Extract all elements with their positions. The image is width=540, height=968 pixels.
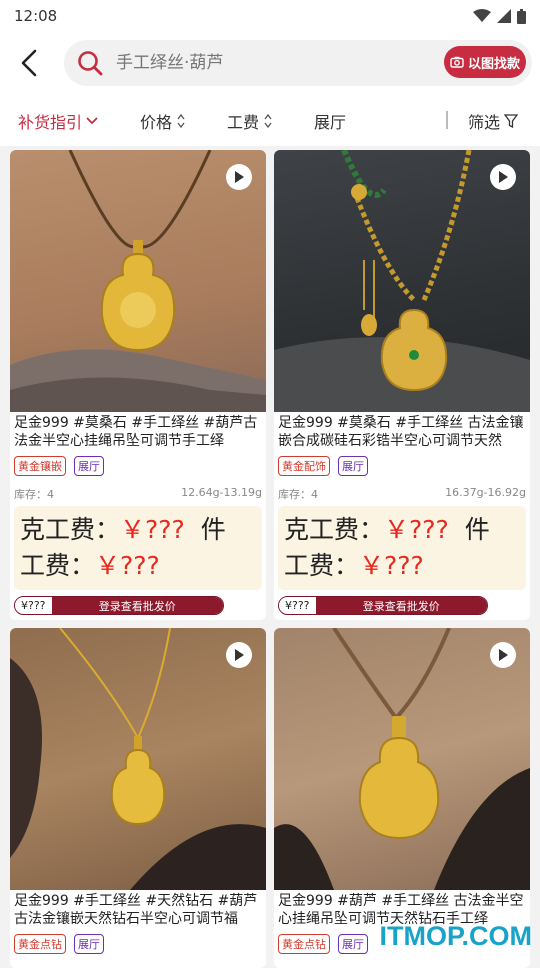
stock-count: 库存：4 — [278, 486, 318, 502]
fee-value: ￥??? — [95, 551, 160, 580]
login-text: 登录查看批发价 — [316, 597, 487, 614]
funnel-icon — [504, 114, 518, 128]
product-title: 足金999 #莫桑石 #手工绎丝 古法金镶嵌合成碳硅石彩锆半空心可调节天然 — [274, 412, 530, 452]
price-tag: ¥??? — [279, 599, 316, 612]
fee-label: 工费： — [284, 551, 359, 580]
product-image[interactable] — [10, 628, 266, 890]
back-button[interactable] — [0, 32, 58, 94]
showroom-filter-button[interactable]: 展厅 — [314, 109, 346, 133]
fee-sort-button[interactable]: 工费 — [227, 109, 273, 133]
login-for-wholesale-button[interactable]: ¥??? 登录查看批发价 — [278, 596, 488, 615]
watermark: ITMOP.COM — [379, 921, 532, 952]
play-video-icon[interactable] — [226, 642, 252, 668]
top-bar: 以图找款 — [0, 32, 540, 94]
price-sort-label: 价格 — [140, 109, 172, 133]
product-tags: 黄金镶嵌 展厅 — [10, 452, 266, 476]
tag-category: 黄金点钻 — [278, 934, 330, 954]
piece-label: 件 — [201, 515, 226, 544]
stock-count: 库存：4 — [14, 486, 54, 502]
tag-category: 黄金点钻 — [14, 934, 66, 954]
weight-range: 16.37g-16.92g — [445, 486, 526, 502]
product-image[interactable] — [274, 628, 530, 890]
piece-label: 件 — [465, 515, 490, 544]
tag-showroom: 展厅 — [74, 934, 104, 954]
product-image[interactable] — [10, 150, 266, 412]
gram-fee-value: ￥??? — [120, 515, 185, 544]
status-bar: 12:08 — [0, 0, 540, 32]
back-arrow-icon — [19, 49, 39, 77]
pendant-photo — [10, 150, 266, 412]
product-meta: 库存：4 16.37g-16.92g — [274, 476, 530, 502]
sort-updown-icon — [263, 113, 273, 129]
sort-restock-dropdown[interactable]: 补货指引 — [18, 109, 98, 133]
fee-sort-label: 工费 — [227, 109, 259, 133]
battery-icon — [517, 9, 526, 24]
showroom-filter-label: 展厅 — [314, 109, 346, 133]
gram-fee-value: ￥??? — [384, 515, 449, 544]
fee-row: 工费：￥??? — [284, 548, 520, 584]
chevron-down-icon — [86, 117, 98, 125]
login-for-wholesale-button[interactable]: ¥??? 登录查看批发价 — [14, 596, 224, 615]
gram-fee-label: 克工费： — [20, 515, 120, 544]
tag-category: 黄金配饰 — [278, 456, 330, 476]
product-title: 足金999 #莫桑石 #手工绎丝 #葫芦古法金半空心挂绳吊坠可调节手工绎 — [10, 412, 266, 452]
camera-icon — [450, 56, 464, 68]
price-sort-button[interactable]: 价格 — [140, 109, 186, 133]
image-search-label: 以图找款 — [468, 53, 520, 72]
product-meta: 库存：4 12.64g-13.19g — [10, 476, 266, 502]
product-title: 足金999 #手工绎丝 #天然钻石 #葫芦古法金镶嵌天然钻石半空心可调节福 — [10, 890, 266, 930]
fee-row: 工费：￥??? — [20, 548, 256, 584]
product-tags: 黄金配饰 展厅 — [274, 452, 530, 476]
image-search-button[interactable]: 以图找款 — [444, 46, 526, 78]
tag-category: 黄金镶嵌 — [14, 456, 66, 476]
filter-divider — [446, 111, 448, 129]
gram-fee-row: 克工费：￥??? 件 — [284, 512, 520, 548]
fee-label: 工费： — [20, 551, 95, 580]
product-card[interactable]: 足金999 #莫桑石 #手工绎丝 古法金镶嵌合成碳硅石彩锆半空心可调节天然 黄金… — [274, 150, 530, 620]
price-box: 克工费：￥??? 件 工费：￥??? — [278, 506, 526, 590]
tag-showroom: 展厅 — [338, 934, 368, 954]
search-icon — [64, 40, 116, 86]
weight-range: 12.64g-13.19g — [181, 486, 262, 502]
fee-value: ￥??? — [359, 551, 424, 580]
tag-showroom: 展厅 — [74, 456, 104, 476]
tag-showroom: 展厅 — [338, 456, 368, 476]
gram-fee-row: 克工费：￥??? 件 — [20, 512, 256, 548]
product-card[interactable]: 足金999 #葫芦 #手工绎丝 古法金半空心挂绳吊坠可调节天然钻石手工绎 黄金点… — [274, 628, 530, 968]
gram-fee-label: 克工费： — [284, 515, 384, 544]
status-time: 12:08 — [14, 7, 57, 25]
signal-icon — [497, 9, 511, 23]
login-text: 登录查看批发价 — [52, 597, 223, 614]
pendant-photo — [10, 628, 266, 890]
product-image[interactable] — [274, 150, 530, 412]
price-box: 克工费：￥??? 件 工费：￥??? — [14, 506, 262, 590]
filter-button[interactable]: 筛选 — [468, 109, 518, 133]
pendant-photo — [274, 628, 530, 890]
product-card[interactable]: 足金999 #手工绎丝 #天然钻石 #葫芦古法金镶嵌天然钻石半空心可调节福 黄金… — [10, 628, 266, 968]
product-card[interactable]: 足金999 #莫桑石 #手工绎丝 #葫芦古法金半空心挂绳吊坠可调节手工绎 黄金镶… — [10, 150, 266, 620]
search-bar[interactable]: 以图找款 — [64, 40, 532, 86]
play-video-icon[interactable] — [490, 164, 516, 190]
pendant-photo — [274, 150, 530, 412]
sort-updown-icon — [176, 113, 186, 129]
sort-restock-label: 补货指引 — [18, 109, 82, 133]
filter-bar: 补货指引 价格 工费 展厅 筛选 — [0, 94, 540, 146]
status-icons — [473, 9, 526, 24]
wifi-icon — [473, 9, 491, 23]
price-tag: ¥??? — [15, 599, 52, 612]
product-tags: 黄金点钻 展厅 — [10, 930, 266, 954]
play-video-icon[interactable] — [226, 164, 252, 190]
filter-label: 筛选 — [468, 109, 500, 133]
search-input[interactable] — [116, 53, 416, 73]
play-video-icon[interactable] — [490, 642, 516, 668]
